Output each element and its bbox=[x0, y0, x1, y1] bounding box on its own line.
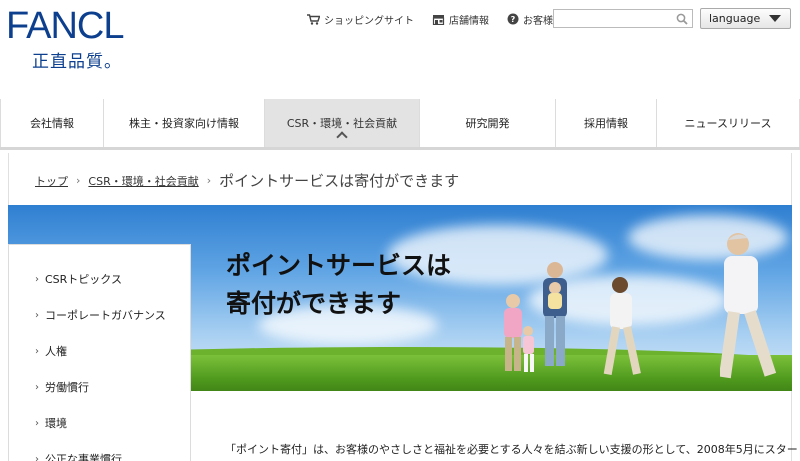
side-menu-label: 労働慣行 bbox=[45, 381, 89, 394]
logo-wordmark: FANCL bbox=[6, 5, 124, 47]
side-menu-labor-practices[interactable]: › 労働慣行 bbox=[9, 369, 190, 405]
breadcrumb-current: ポイントサービスは寄付ができます bbox=[219, 172, 460, 190]
side-menu: › CSRトピックス › コーポレートガバナンス › 人権 › 労働慣行 › 環… bbox=[8, 244, 191, 461]
logo-tagline: 正直品質。 bbox=[32, 52, 122, 72]
nav-news-release[interactable]: ニュースリリース bbox=[657, 99, 800, 147]
language-label: language bbox=[709, 12, 761, 25]
nav-label: 会社情報 bbox=[30, 117, 74, 130]
side-menu-label: コーポレートガバナンス bbox=[45, 309, 166, 322]
chevron-up-icon bbox=[336, 131, 348, 143]
svg-text:?: ? bbox=[511, 15, 516, 24]
nav-label: 株主・投資家向け情報 bbox=[129, 117, 239, 130]
nav-label: ニュースリリース bbox=[684, 117, 772, 130]
language-select[interactable]: language bbox=[700, 8, 791, 29]
store-icon bbox=[432, 14, 445, 25]
chevron-right-icon: › bbox=[35, 345, 39, 357]
side-menu-corporate-governance[interactable]: › コーポレートガバナンス bbox=[9, 297, 190, 333]
breadcrumb-top-link[interactable]: トップ bbox=[35, 173, 68, 189]
store-info-label: 店舗情報 bbox=[449, 15, 489, 27]
global-nav: 会社情報 株主・投資家向け情報 CSR・環境・社会貢献 研究開発 採用情報 ニュ… bbox=[0, 99, 800, 150]
family-photo-figures bbox=[543, 262, 567, 366]
breadcrumb-separator: › bbox=[76, 174, 81, 187]
nav-company-info[interactable]: 会社情報 bbox=[0, 99, 104, 147]
chevron-right-icon: › bbox=[35, 453, 39, 461]
search-icon[interactable] bbox=[676, 13, 688, 25]
side-menu-label: CSRトピックス bbox=[45, 273, 122, 286]
breadcrumb: トップ › CSR・環境・社会貢献 › ポイントサービスは寄付ができます bbox=[35, 170, 459, 191]
fancl-logo[interactable]: FANCL 正直品質。 bbox=[6, 6, 146, 76]
chevron-down-icon bbox=[769, 15, 781, 22]
utility-links: ショッピングサイト 店舗情報 ? お客様窓口 bbox=[307, 10, 591, 28]
side-menu-environment[interactable]: › 環境 bbox=[9, 405, 190, 441]
family-photo-figures bbox=[603, 277, 641, 375]
search-input[interactable] bbox=[554, 14, 672, 31]
side-menu-label: 人権 bbox=[45, 345, 67, 358]
hero-title-line: 寄付ができます bbox=[226, 289, 402, 318]
shopping-site-label: ショッピングサイト bbox=[324, 15, 414, 27]
side-menu-csr-topics[interactable]: › CSRトピックス bbox=[9, 261, 190, 297]
chevron-right-icon: › bbox=[35, 417, 39, 429]
side-menu-label: 公正な事業慣行 bbox=[45, 453, 122, 461]
site-search bbox=[553, 9, 693, 31]
intro-paragraph: 「ポイント寄付」は、お客様のやさしさと福祉を必要とする人々を結ぶ新しい支援の形と… bbox=[225, 443, 798, 456]
chevron-right-icon: › bbox=[35, 273, 39, 285]
chevron-right-icon: › bbox=[35, 381, 39, 393]
hero-title-line: ポイントサービスは bbox=[226, 251, 452, 280]
chevron-right-icon: › bbox=[35, 309, 39, 321]
nav-label: 採用情報 bbox=[584, 117, 628, 130]
nav-csr[interactable]: CSR・環境・社会貢献 bbox=[265, 99, 420, 147]
breadcrumb-bar: トップ › CSR・環境・社会貢献 › ポイントサービスは寄付ができます bbox=[8, 153, 792, 205]
nav-label: 研究開発 bbox=[465, 117, 510, 130]
cart-icon bbox=[307, 13, 320, 25]
family-photo-figures bbox=[720, 233, 777, 379]
nav-investor-relations[interactable]: 株主・投資家向け情報 bbox=[104, 99, 265, 147]
breadcrumb-separator: › bbox=[206, 174, 212, 187]
hero-title: ポイントサービスは 寄付ができます bbox=[226, 247, 451, 323]
shopping-site-link[interactable]: ショッピングサイト bbox=[307, 12, 414, 27]
side-menu-label: 環境 bbox=[45, 417, 67, 430]
side-menu-fair-operating[interactable]: › 公正な事業慣行 bbox=[9, 441, 190, 461]
nav-recruit[interactable]: 採用情報 bbox=[556, 99, 657, 147]
side-menu-human-rights[interactable]: › 人権 bbox=[9, 333, 190, 369]
store-info-link[interactable]: 店舗情報 bbox=[432, 12, 489, 27]
breadcrumb-csr-link[interactable]: CSR・環境・社会貢献 bbox=[88, 173, 198, 189]
help-icon: ? bbox=[507, 13, 519, 25]
nav-research[interactable]: 研究開発 bbox=[420, 99, 556, 147]
nav-label: CSR・環境・社会貢献 bbox=[286, 117, 398, 130]
